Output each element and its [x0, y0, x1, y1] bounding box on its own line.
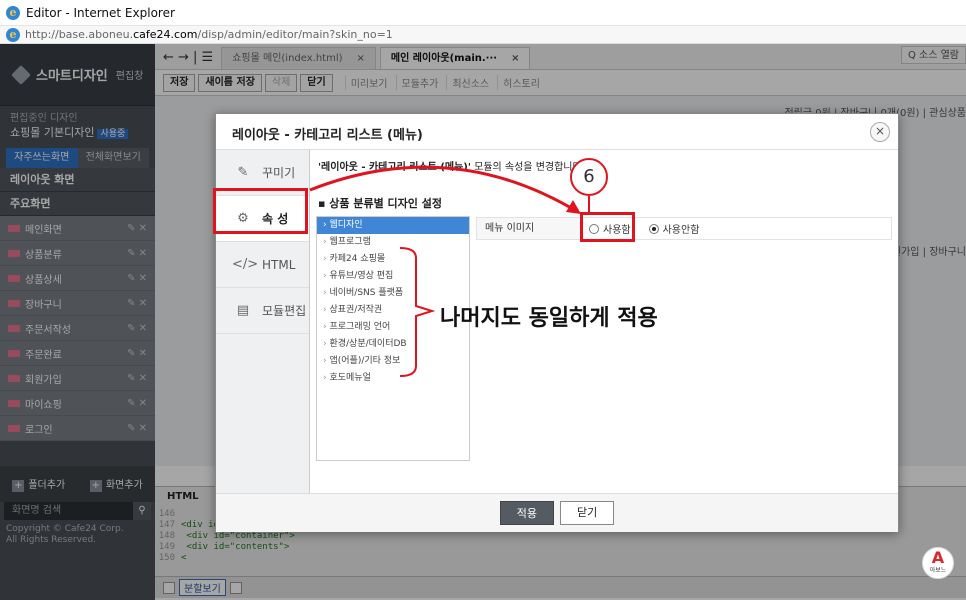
- modal-footer: 적용 닫기: [216, 493, 898, 532]
- apply-button[interactable]: 적용: [499, 501, 554, 525]
- radio-no-use[interactable]: 사용안함: [648, 221, 699, 236]
- code-icon: </>: [232, 257, 259, 272]
- menu-image-row: 메뉴 이미지 사용함 사용안함: [476, 217, 892, 240]
- annotation-text: 나머지도 동일하게 적용: [440, 306, 658, 331]
- radio-no-use-indicator: [648, 223, 659, 234]
- category-list: 웹디자인 웹프로그램 카페24 쇼핑몰 유튜브/영상 편집 네이버/SNS 플랫…: [316, 216, 470, 461]
- side-tab-html[interactable]: </> HTML: [216, 242, 309, 288]
- address-bar[interactable]: e http://base.aboneu.cafe24.com/disp/adm…: [0, 26, 966, 44]
- watermark-label: 아보느: [929, 567, 947, 574]
- ie-page-icon: e: [6, 27, 20, 42]
- list-item[interactable]: 앱(어플)/기타 정보: [317, 353, 469, 370]
- window-title: Editor - Internet Explorer: [26, 5, 175, 20]
- url-text: http://base.aboneu.cafe24.com/disp/admin…: [25, 28, 393, 41]
- watermark-logo-icon: A: [931, 548, 945, 567]
- modal-title: 레이아웃 - 카테고리 리스트 (메뉴): [232, 128, 423, 143]
- brush-icon: ✎: [237, 165, 249, 180]
- modal-header: 레이아웃 - 카테고리 리스트 (메뉴) ×: [216, 114, 898, 150]
- side-tab-module-edit[interactable]: ▤ 모듈편집: [216, 288, 309, 334]
- close-icon[interactable]: ×: [870, 122, 890, 142]
- module-edit-icon: ▤: [236, 303, 250, 318]
- step-number-badge: 6: [570, 158, 608, 196]
- list-item[interactable]: 카페24 쇼핑몰: [317, 251, 469, 268]
- list-item[interactable]: 호도메뉴얼: [317, 370, 469, 387]
- list-item[interactable]: 환경/상분/데이터DB: [317, 336, 469, 353]
- modal-description: '레이아웃 - 카테고리 리스트 (메뉴)' 모듈의 속성을 변경합니다.: [318, 162, 585, 173]
- menu-image-label: 메뉴 이미지: [477, 218, 581, 239]
- ie-logo-icon: e: [6, 5, 20, 20]
- window-title-bar: e Editor - Internet Explorer: [0, 0, 966, 26]
- list-item[interactable]: 웹프로그램: [317, 234, 469, 251]
- highlight-radio-use: [580, 212, 635, 242]
- highlight-properties-tab: [213, 188, 308, 234]
- list-item[interactable]: 웹디자인: [317, 217, 469, 234]
- list-item[interactable]: 유튜브/영상 편집: [317, 268, 469, 285]
- close-button[interactable]: 닫기: [560, 501, 615, 525]
- watermark-logo: A 아보느: [922, 547, 954, 579]
- section-title: ▪ 상품 분류별 디자인 설정: [318, 197, 442, 210]
